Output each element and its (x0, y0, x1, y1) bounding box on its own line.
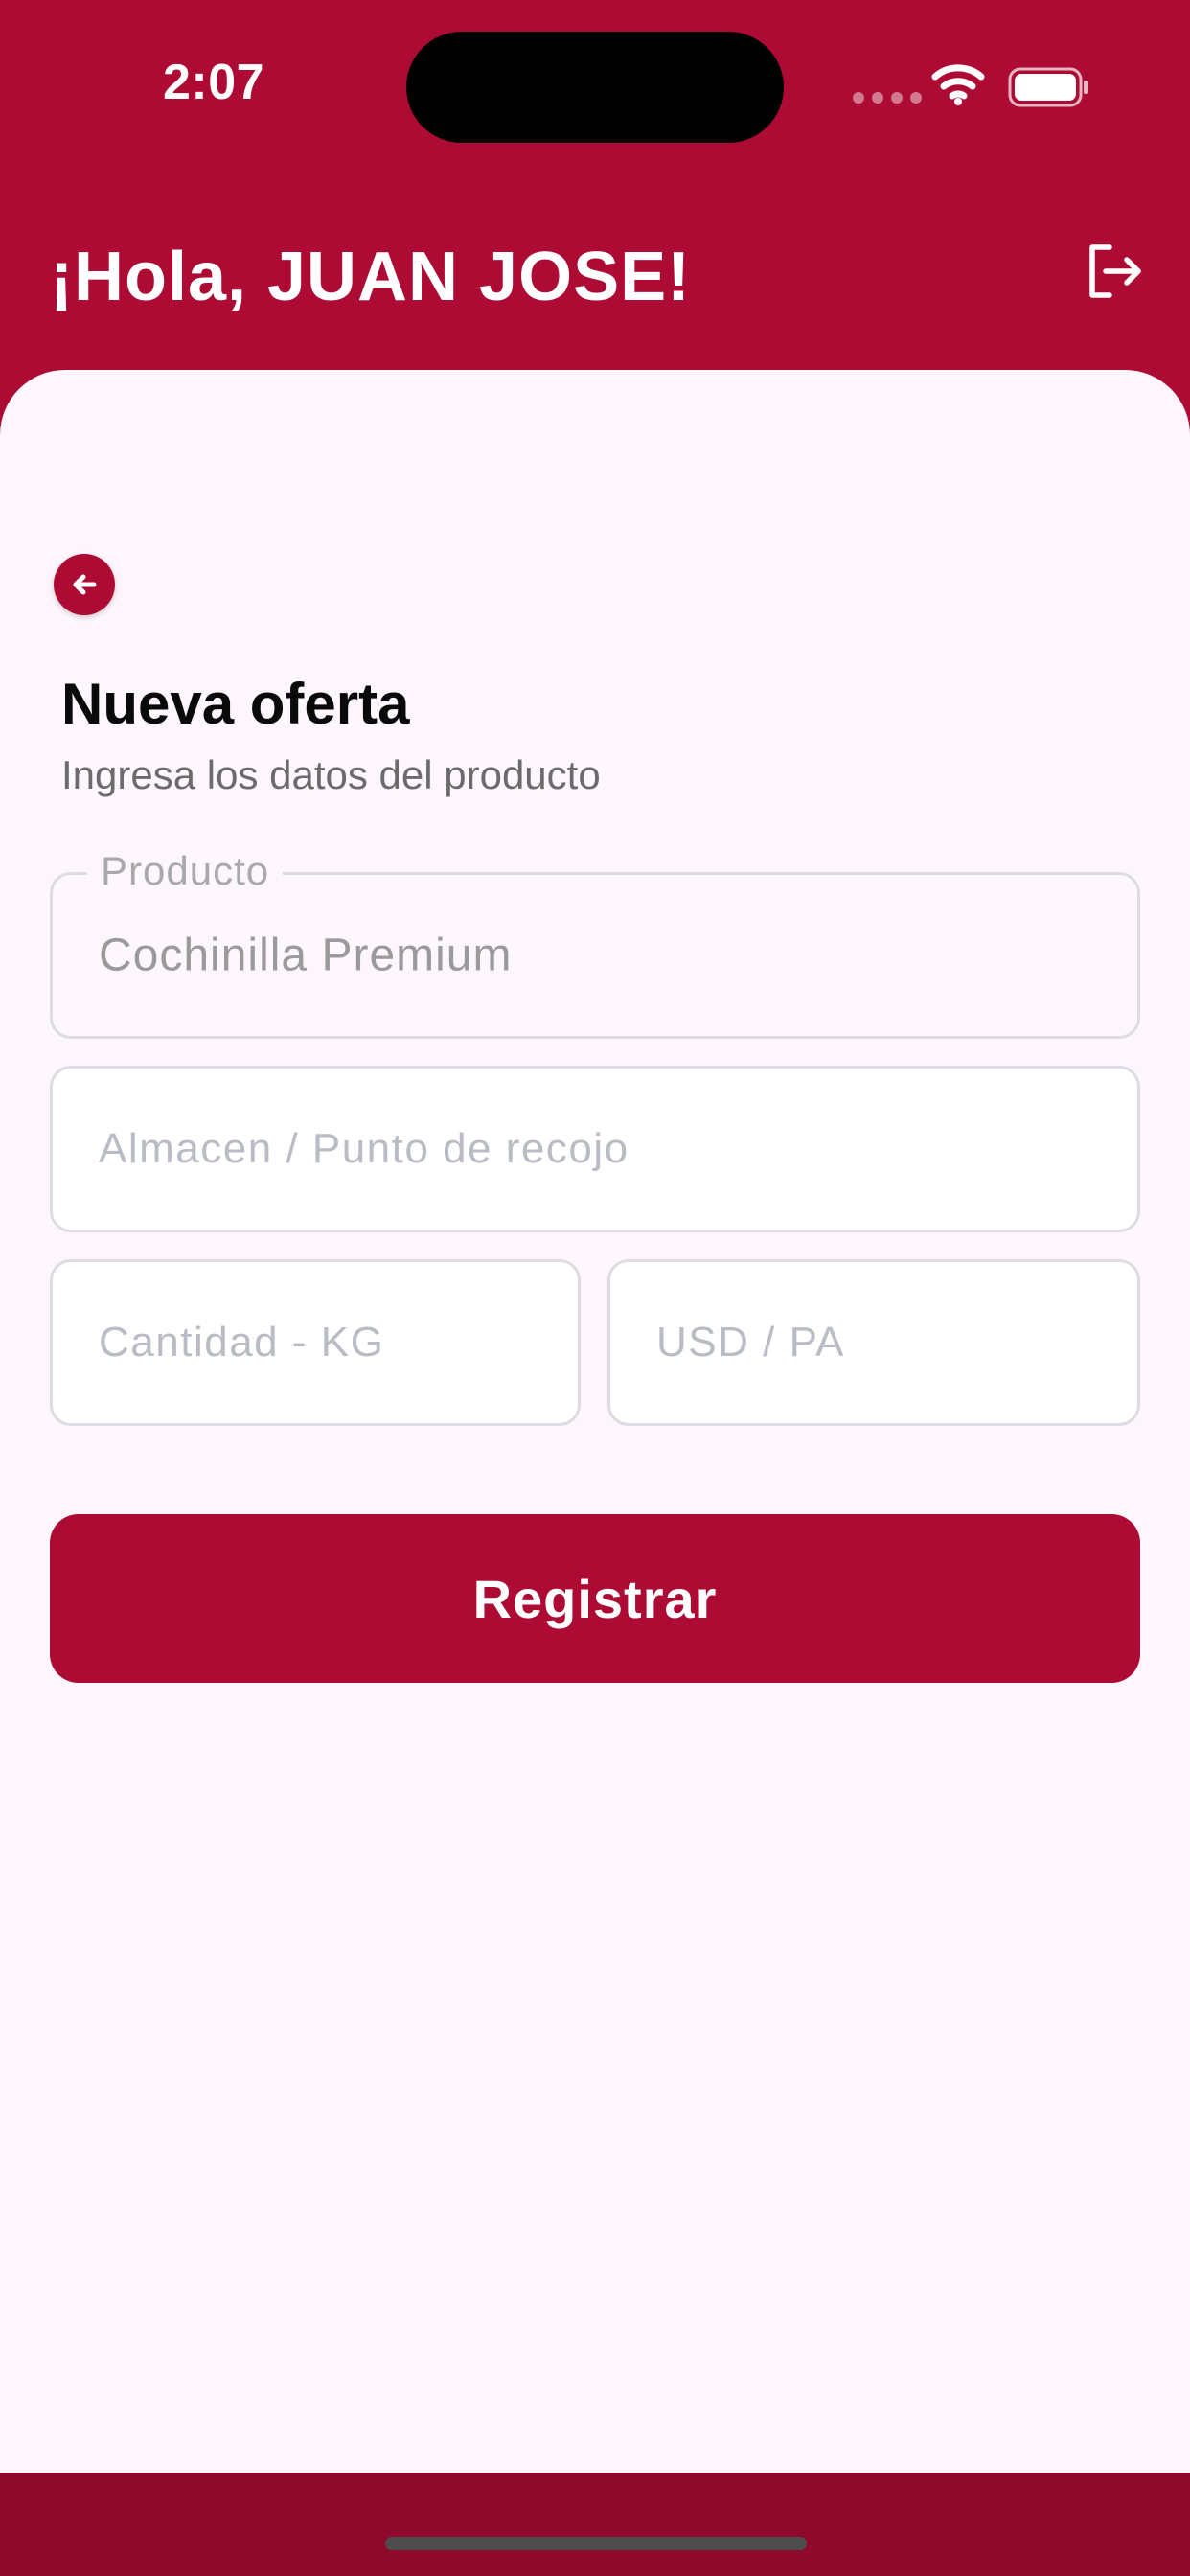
register-button[interactable]: Registrar (50, 1514, 1140, 1683)
app-screen: 2:07 ¡Hola, JUAN JOSE! Nueva oferta Ingr… (0, 0, 1190, 2576)
producto-field[interactable]: Producto Cochinilla Premium (50, 848, 1140, 1039)
producto-label: Producto (87, 848, 284, 894)
page-subtitle: Ingresa los datos del producto (61, 752, 601, 797)
page-title: Nueva oferta (61, 672, 410, 736)
status-bar: 2:07 (0, 0, 1190, 172)
dynamic-island (406, 32, 784, 143)
producto-value: Cochinilla Premium (99, 930, 513, 981)
usd-price-placeholder: USD / PA (656, 1319, 846, 1366)
cellular-signal-icon (853, 92, 922, 104)
wifi-icon (931, 64, 985, 105)
logout-icon[interactable] (1085, 242, 1144, 301)
usd-price-field[interactable]: USD / PA (607, 1259, 1140, 1426)
battery-icon (1008, 67, 1088, 107)
cantidad-field[interactable]: Cantidad - KG (50, 1259, 581, 1426)
status-time: 2:07 (163, 55, 265, 110)
back-button[interactable] (54, 554, 115, 615)
almacen-placeholder: Almacen / Punto de recojo (99, 1125, 629, 1172)
almacen-field[interactable]: Almacen / Punto de recojo (50, 1066, 1140, 1232)
greeting-heading: ¡Hola, JUAN JOSE! (50, 239, 692, 315)
home-indicator[interactable] (385, 2537, 807, 2550)
bottom-bar (0, 2472, 1190, 2576)
arrow-left-icon (73, 574, 97, 595)
cantidad-placeholder: Cantidad - KG (99, 1319, 385, 1366)
